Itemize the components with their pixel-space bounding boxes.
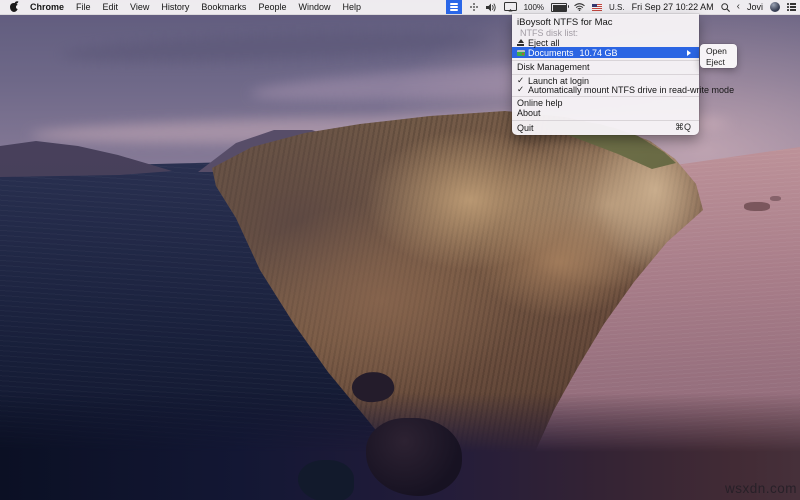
spotlight-search-icon[interactable] [720, 2, 730, 12]
submenu-arrow-icon [687, 49, 691, 56]
menu-separator [512, 73, 699, 75]
iboysoft-dropdown-menu: iBoysoft NTFS for Mac NTFS disk list: Ej… [512, 14, 734, 135]
menu-item-title[interactable]: iBoysoft NTFS for Mac [512, 16, 699, 28]
eject-all-label: Eject all [528, 37, 560, 48]
menu-separator [512, 119, 699, 121]
app-menu-bookmarks[interactable]: Bookmarks [201, 2, 246, 12]
app-menu-edit[interactable]: Edit [103, 2, 119, 12]
volume-icon[interactable] [485, 3, 497, 12]
app-menu-view[interactable]: View [130, 2, 149, 12]
disk-icon [517, 49, 528, 56]
user-name[interactable]: Jovi [747, 2, 763, 12]
input-source-label[interactable]: U.S. [609, 3, 625, 12]
quit-label: Quit [517, 122, 534, 133]
disk-stack-icon [449, 3, 458, 11]
rock [744, 202, 770, 211]
menu-bar-left: Chrome File Edit View History Bookmarks … [0, 2, 361, 12]
battery-icon[interactable] [551, 2, 570, 12]
menu-item-about[interactable]: About [512, 108, 699, 118]
apple-menu-icon[interactable] [10, 2, 20, 12]
menu-item-disk-management[interactable]: Disk Management [512, 62, 699, 72]
iboysoft-tray-icon[interactable] [445, 0, 462, 14]
input-source-flag-icon[interactable] [592, 3, 603, 11]
app-menu-history[interactable]: History [161, 2, 189, 12]
menu-separator [512, 59, 699, 61]
app-menu-help[interactable]: Help [342, 2, 361, 12]
app-menu-file[interactable]: File [76, 2, 91, 12]
display-airplay-icon[interactable] [503, 2, 517, 12]
user-globe-icon[interactable] [770, 2, 780, 12]
menu-item-documents-disk[interactable]: Documents 10.74 GB [512, 47, 699, 58]
disk-size: 10.74 GB [579, 47, 618, 58]
chevron-collapse-icon[interactable]: ‹ [737, 2, 740, 12]
app-menu-people[interactable]: People [258, 2, 286, 12]
checkmark-icon: ✓ [517, 84, 525, 94]
watermark: wsxdn.com [724, 481, 797, 496]
quit-shortcut: ⌘Q [674, 122, 691, 132]
menu-bar: Chrome File Edit View History Bookmarks … [0, 0, 800, 15]
menu-bar-status: 100% U.S. Fri Sep 27 10:22 AM ‹ Jovi [445, 0, 800, 14]
app-menu-window[interactable]: Window [298, 2, 330, 12]
submenu-item-open[interactable]: Open [700, 45, 737, 56]
app-menu-chrome[interactable]: Chrome [30, 2, 64, 12]
auto-mount-label: Automatically mount NTFS drive in read-w… [528, 84, 735, 95]
eject-icon [517, 39, 528, 46]
menu-section-ntfs-disk-list: NTFS disk list: [520, 28, 579, 38]
menu-item-eject-all[interactable]: Eject all [512, 37, 699, 48]
menu-bar-clock[interactable]: Fri Sep 27 10:22 AM [632, 2, 714, 12]
menu-separator [512, 95, 699, 97]
desktop: wsxdn.com Chrome File Edit View History … [0, 0, 800, 500]
submenu-item-eject[interactable]: Eject [700, 56, 737, 67]
wifi-icon[interactable] [574, 3, 585, 11]
rock [298, 460, 354, 500]
notification-center-icon[interactable] [787, 3, 796, 11]
disk-submenu: Open Eject [700, 44, 737, 68]
utility-tray-icon[interactable] [472, 6, 475, 8]
battery-percent[interactable]: 100% [524, 3, 544, 12]
menu-item-auto-mount[interactable]: ✓ Automatically mount NTFS drive in read… [512, 84, 734, 95]
rock [770, 196, 781, 201]
menu-item-quit[interactable]: Quit ⌘Q [512, 122, 699, 133]
disk-name: Documents [528, 47, 574, 58]
menu-item-online-help[interactable]: Online help [512, 98, 699, 108]
